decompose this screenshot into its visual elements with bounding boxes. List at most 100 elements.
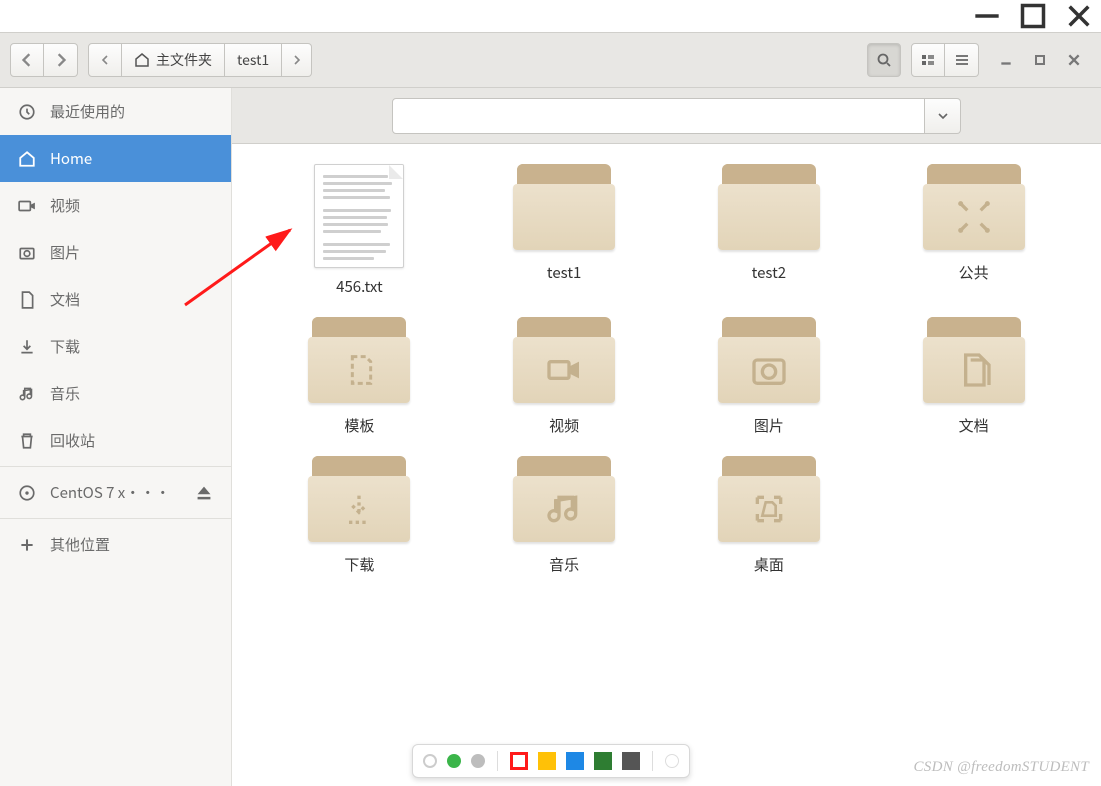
sidebar-item-downloads[interactable]: 下载 xyxy=(0,323,231,370)
folder-public-icon xyxy=(919,164,1029,254)
file-label: 456.txt xyxy=(336,276,383,297)
file-item-pictures[interactable]: 图片 xyxy=(684,317,854,436)
sidebar-item-label: 视频 xyxy=(50,195,80,216)
home-icon xyxy=(134,52,150,68)
file-label: 音乐 xyxy=(549,554,579,575)
sidebar-item-label: CentOS 7 x··· xyxy=(50,482,170,503)
folder-templates-icon xyxy=(304,317,414,407)
folder-music-icon xyxy=(509,456,619,546)
sidebar-item-label: 图片 xyxy=(50,242,80,263)
file-label: 公共 xyxy=(959,262,989,283)
dock-sq-yellow[interactable] xyxy=(538,752,556,770)
eject-icon[interactable] xyxy=(195,484,213,502)
menu-icon xyxy=(954,52,970,68)
file-label: test1 xyxy=(547,262,581,283)
sidebar-item-label: 其他位置 xyxy=(50,534,110,555)
sidebar-item-label: 回收站 xyxy=(50,430,95,451)
content-area: 456.txt test1 test2 公共 模板 视频 xyxy=(232,88,1101,786)
host-close-button[interactable] xyxy=(1065,2,1093,30)
back-button[interactable] xyxy=(10,43,44,77)
search-toggle-button[interactable] xyxy=(867,43,901,77)
folder-pictures-icon xyxy=(714,317,824,407)
sidebar-item-documents[interactable]: 文档 xyxy=(0,276,231,323)
file-label: 图片 xyxy=(754,415,784,436)
sidebar-item-recent[interactable]: 最近使用的 xyxy=(0,88,231,135)
search-dropdown-button[interactable] xyxy=(925,98,961,134)
path-home-label: 主文件夹 xyxy=(156,50,212,70)
folder-downloads-icon xyxy=(304,456,414,546)
file-label: 视频 xyxy=(549,415,579,436)
sidebar-item-home[interactable]: Home xyxy=(0,135,231,182)
files-grid: 456.txt test1 test2 公共 模板 视频 xyxy=(232,144,1101,786)
view-icons-button[interactable] xyxy=(911,43,945,77)
host-maximize-button[interactable] xyxy=(1019,2,1047,30)
file-item-public[interactable]: 公共 xyxy=(889,164,1059,297)
sidebar-item-videos[interactable]: 视频 xyxy=(0,182,231,229)
search-input[interactable] xyxy=(392,98,925,134)
file-item-test1[interactable]: test1 xyxy=(479,164,649,297)
dock-dot-blank[interactable] xyxy=(665,754,679,768)
file-label: 文档 xyxy=(959,415,989,436)
search-row xyxy=(232,88,1101,144)
folder-videos-icon xyxy=(509,317,619,407)
dock-sq-blue[interactable] xyxy=(566,752,584,770)
sidebar-item-other[interactable]: 其他位置 xyxy=(0,521,231,568)
hamburger-menu-button[interactable] xyxy=(945,43,979,77)
file-label: 桌面 xyxy=(754,554,784,575)
host-titlebar xyxy=(0,0,1101,32)
forward-button[interactable] xyxy=(44,43,78,77)
sidebar-item-disk[interactable]: CentOS 7 x··· xyxy=(0,469,231,516)
file-item-documents[interactable]: 文档 xyxy=(889,317,1059,436)
dock-dot-gray[interactable] xyxy=(471,754,485,768)
dock-sq-red[interactable] xyxy=(510,752,528,770)
watermark: CSDN @freedomSTUDENT xyxy=(913,759,1089,776)
sidebar-item-music[interactable]: 音乐 xyxy=(0,370,231,417)
file-item-downloads[interactable]: 下载 xyxy=(274,456,444,575)
sidebar-item-pictures[interactable]: 图片 xyxy=(0,229,231,276)
color-dock xyxy=(412,744,690,778)
path-bar: 主文件夹 test1 xyxy=(88,43,312,77)
dock-dot-white[interactable] xyxy=(423,754,437,768)
video-icon xyxy=(18,197,36,215)
sidebar-item-label: Home xyxy=(50,148,92,169)
plus-icon xyxy=(18,536,36,554)
textfile-icon xyxy=(314,164,404,268)
sidebar-item-label: 文档 xyxy=(50,289,80,310)
sidebar-item-label: 音乐 xyxy=(50,383,80,404)
chevron-down-icon xyxy=(938,111,948,121)
window-maximize-button[interactable] xyxy=(1023,43,1057,77)
file-item-templates[interactable]: 模板 xyxy=(274,317,444,436)
file-item-music[interactable]: 音乐 xyxy=(479,456,649,575)
clock-icon xyxy=(18,103,36,121)
file-item-test2[interactable]: test2 xyxy=(684,164,854,297)
camera-icon xyxy=(18,244,36,262)
download-icon xyxy=(18,338,36,356)
toolbar: 主文件夹 test1 xyxy=(0,32,1101,88)
file-label: test2 xyxy=(752,262,786,283)
sidebar-item-label: 最近使用的 xyxy=(50,101,125,122)
file-item-456txt[interactable]: 456.txt xyxy=(274,164,444,297)
path-prev-button[interactable] xyxy=(88,43,122,77)
window-close-button[interactable] xyxy=(1057,43,1091,77)
disc-icon xyxy=(18,484,36,502)
file-item-videos[interactable]: 视频 xyxy=(479,317,649,436)
path-crumb-test1[interactable]: test1 xyxy=(225,43,282,77)
file-label: 模板 xyxy=(344,415,374,436)
window-minimize-button[interactable] xyxy=(989,43,1023,77)
sidebar: 最近使用的 Home 视频 图片 文档 下载 音乐 回收站 xyxy=(0,88,232,786)
file-item-desktop[interactable]: 桌面 xyxy=(684,456,854,575)
dock-dot-green[interactable] xyxy=(447,754,461,768)
path-home[interactable]: 主文件夹 xyxy=(122,43,225,77)
sidebar-item-trash[interactable]: 回收站 xyxy=(0,417,231,464)
search-icon xyxy=(876,52,892,68)
host-minimize-button[interactable] xyxy=(973,2,1001,30)
path-next-button[interactable] xyxy=(282,43,312,77)
grid-icon xyxy=(920,52,936,68)
dock-sq-darkgreen[interactable] xyxy=(594,752,612,770)
document-icon xyxy=(18,291,36,309)
home-icon xyxy=(18,150,36,168)
dock-sq-dark[interactable] xyxy=(622,752,640,770)
folder-icon xyxy=(714,164,824,254)
folder-documents-icon xyxy=(919,317,1029,407)
folder-icon xyxy=(509,164,619,254)
